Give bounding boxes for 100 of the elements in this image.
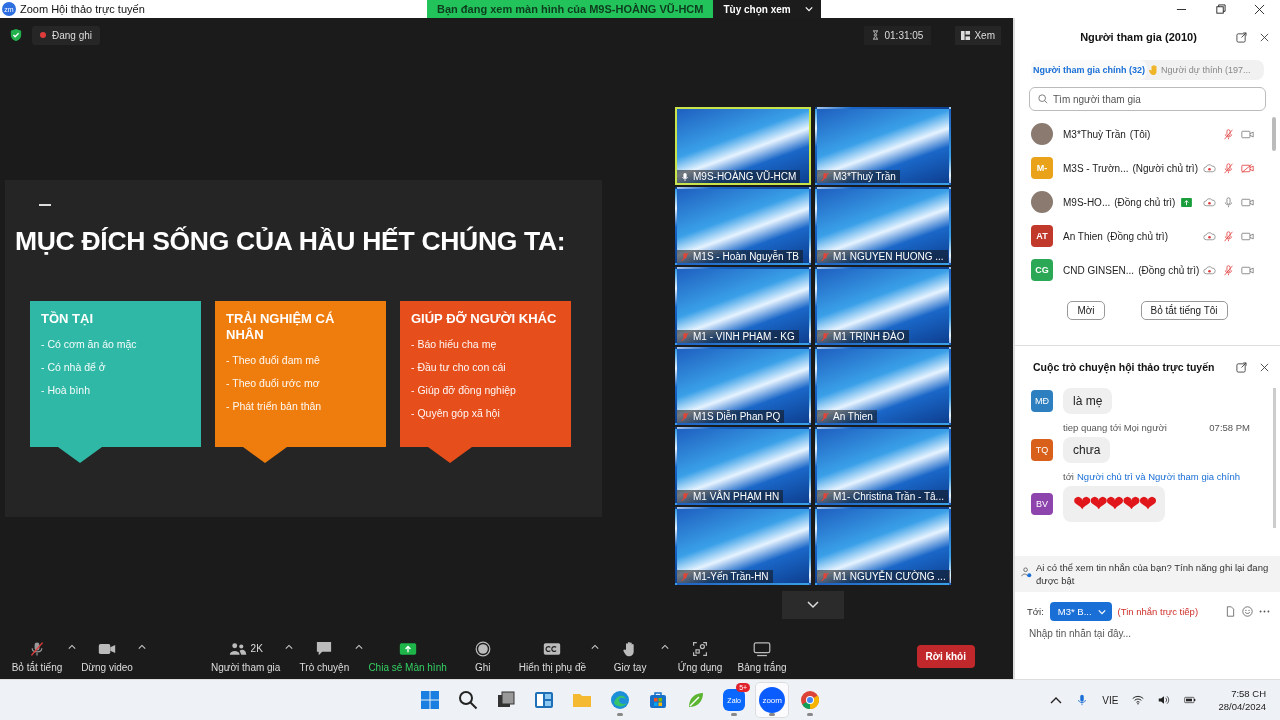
slide-title: MỤC ĐÍCH SỐNG CỦA HẦU HẾT CHÚNG TA:: [15, 225, 567, 257]
participant-name-label: M1 NGUYỄN CƯỜNG ...: [817, 570, 950, 583]
maximize-icon[interactable]: [1215, 3, 1226, 15]
caret-up-icon[interactable]: [591, 643, 600, 650]
participant-name-label: M1S - Hoàn Nguyễn TB: [677, 250, 803, 263]
panel-title: Người tham gia (2010): [1079, 31, 1198, 43]
person-info-icon: [1021, 567, 1032, 578]
video-tile[interactable]: M3*Thuỳ Trần: [815, 107, 951, 185]
browser-swirl-icon: [610, 690, 631, 710]
muted-mic-icon: [28, 640, 46, 657]
participant-row[interactable]: M3*Thuỳ Trần (Tôi): [1015, 117, 1280, 151]
participant-count: 2K: [250, 643, 263, 654]
participant-name-label: M1 VÂN PHẠM HN: [677, 490, 784, 503]
emoji-icon[interactable]: [1242, 606, 1253, 617]
recording-indicator[interactable]: Đang ghi: [32, 25, 101, 45]
view-options-button[interactable]: Tùy chọn xem: [713, 0, 821, 18]
participant-name-label: M1S Diễn Phan PQ: [677, 410, 785, 423]
card-item: - Quyên góp xã hội: [411, 405, 501, 421]
to-label: Tới:: [1027, 606, 1044, 617]
toolbar-button[interactable]: Hiển thị phụ đề: [513, 639, 592, 673]
language-indicator[interactable]: VIE: [1102, 694, 1119, 706]
caret-up-icon[interactable]: [355, 643, 364, 650]
participant-role: (Đồng chủ trì): [1106, 230, 1168, 242]
panel-button[interactable]: Mời: [1067, 301, 1105, 320]
caret-icon: [804, 6, 813, 12]
toolbar-button[interactable]: Dừng video: [76, 639, 138, 673]
video-tile[interactable]: M1-Yến Trần-HN: [675, 507, 811, 585]
message-sender: tiep quang tới Mọi người: [1063, 422, 1167, 433]
caret-up-icon[interactable]: [285, 643, 294, 650]
video-tile[interactable]: An Thien: [815, 347, 951, 425]
message-bubble: là mẹ: [1063, 388, 1113, 414]
caret-icon: [1097, 608, 1106, 615]
toolbar-button[interactable]: Ứng dụng: [669, 639, 732, 673]
participant-name: M9S-HO...: [1063, 196, 1111, 208]
sender-avatar: BV: [1031, 493, 1053, 515]
scrollbar[interactable]: [1272, 117, 1276, 151]
toolbar-button[interactable]: Bảng trắng: [731, 639, 794, 673]
toolbar-button[interactable]: Giơ tay: [599, 639, 662, 673]
video-tile[interactable]: M1- Christina Trần - Tâ...: [815, 427, 951, 505]
toolbar-button[interactable]: 2K Người tham gia: [206, 639, 286, 673]
caret-up-icon[interactable]: [661, 643, 670, 650]
recording-notice: Ai có thể xem tin nhắn của bạn? Tính năng ghi lại đang được bật: [1036, 561, 1270, 587]
video-tile[interactable]: M1 TRỊNH ĐÀO: [815, 267, 951, 345]
message-recipient-link[interactable]: Người chủ trì và Người tham gia chính: [1077, 471, 1240, 482]
video-tile[interactable]: M1 VÂN PHẠM HN: [675, 427, 811, 505]
participant-row[interactable]: M9S-HO... (Đồng chủ trì): [1015, 185, 1280, 219]
store-bag-icon: [648, 690, 669, 710]
view-button[interactable]: Xem: [955, 25, 1001, 45]
avatar-placeholder: [1031, 123, 1053, 145]
participant-row[interactable]: M- M3S - Trườn... (Người chủ trì): [1015, 151, 1280, 185]
search-icon: [458, 690, 479, 710]
card-title: GIÚP ĐỠ NGƯỜI KHÁC: [411, 310, 558, 327]
participant-name-label: M1 TRỊNH ĐÀO: [817, 330, 909, 343]
video-tile[interactable]: M1S Diễn Phan PQ: [675, 347, 811, 425]
file-icon[interactable]: [1225, 606, 1236, 617]
close-icon[interactable]: [1259, 31, 1270, 43]
message-bubble: chưa: [1063, 437, 1111, 463]
close-icon[interactable]: [1254, 3, 1265, 15]
participant-row[interactable]: AT An Thien (Đồng chủ trì): [1015, 219, 1280, 253]
video-tile[interactable]: M9S-HOÀNG VŨ-HCM: [675, 107, 811, 185]
video-tile[interactable]: M1 NGUYEN HUONG ...: [815, 187, 951, 265]
leave-button[interactable]: Rời khỏi: [916, 644, 975, 668]
scrollbar[interactable]: [1273, 388, 1276, 528]
clock-time[interactable]: 7:58 CH: [1231, 687, 1266, 700]
share-banner-text: Bạn đang xem màn hình của M9S-HOÀNG VŨ-HCM: [436, 2, 705, 18]
battery-icon[interactable]: [1184, 694, 1197, 706]
participant-row[interactable]: CG CND GINSEN... (Đồng chủ trì): [1015, 253, 1280, 287]
wifi-icon[interactable]: [1132, 694, 1145, 706]
participant-name-label: M3*Thuỳ Trần: [817, 170, 900, 183]
pop-out-icon[interactable]: [1236, 361, 1247, 373]
pop-out-icon[interactable]: [1236, 31, 1247, 43]
video-tile[interactable]: M1 - VINH PHẠM - KG: [675, 267, 811, 345]
microphone-icon[interactable]: [1076, 694, 1089, 706]
speaker-icon[interactable]: [1158, 694, 1171, 706]
window-title: Zoom Hội thảo trực tuyến: [20, 3, 145, 15]
search-field[interactable]: Tìm người tham gia: [1029, 87, 1266, 111]
video-tile[interactable]: M1S - Hoàn Nguyễn TB: [675, 187, 811, 265]
caret-up-icon[interactable]: [138, 643, 146, 650]
message-input[interactable]: Nhập tin nhắn tại đây...: [1027, 627, 1268, 640]
toolbar-button[interactable]: Chia sẻ Màn hình: [363, 639, 452, 673]
chat-title: Cuộc trò chuyện hội thảo trực tuyến: [1033, 361, 1216, 373]
participant-name-label: M1-Yến Trần-HN: [677, 570, 773, 583]
participants-tab[interactable]: Người tham gia chính (32): [1031, 60, 1147, 80]
sender-avatar: MĐ: [1031, 390, 1053, 412]
windows-logo-icon: [420, 690, 441, 710]
participant-name-label: M9S-HOÀNG VŨ-HCM: [677, 170, 801, 183]
clock-date[interactable]: 28/04/2024: [1218, 700, 1266, 713]
card-item: - Đầu tư cho con cái: [411, 359, 507, 375]
toolbar-button[interactable]: Trò chuyện: [293, 639, 356, 673]
close-icon[interactable]: [1259, 361, 1270, 373]
recipient-dropdown[interactable]: M3* B...: [1049, 602, 1112, 621]
closed-captions-icon: [543, 640, 562, 657]
record-icon: [473, 640, 492, 657]
caret-up-icon[interactable]: [68, 643, 76, 650]
apps-icon: [691, 640, 710, 657]
video-tile[interactable]: M1 NGUYỄN CƯỜNG ...: [815, 507, 951, 585]
toolbar-button[interactable]: Ghi: [451, 639, 514, 673]
toolbar-button[interactable]: Bỏ tắt tiếng: [6, 639, 68, 673]
security-shield-icon[interactable]: [10, 28, 22, 42]
panel-button[interactable]: Bỏ tắt tiếng Tôi: [1140, 301, 1228, 320]
